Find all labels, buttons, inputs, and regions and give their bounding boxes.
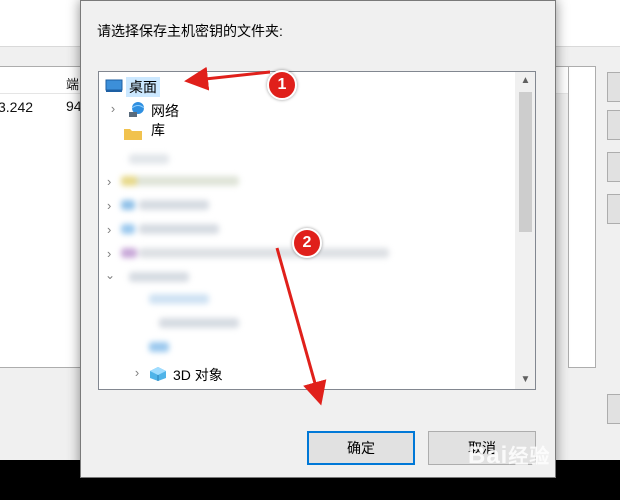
watermark-suffix: 经验 (508, 446, 551, 468)
baidu-watermark-logo: Bai经验 (468, 440, 550, 470)
arrow-to-desktop (184, 66, 271, 91)
arrow-to-ok-button (275, 247, 327, 406)
watermark-text: Bai (468, 442, 509, 469)
step-badge-1: 1 (267, 70, 297, 100)
step-badge-2: 2 (292, 228, 322, 258)
